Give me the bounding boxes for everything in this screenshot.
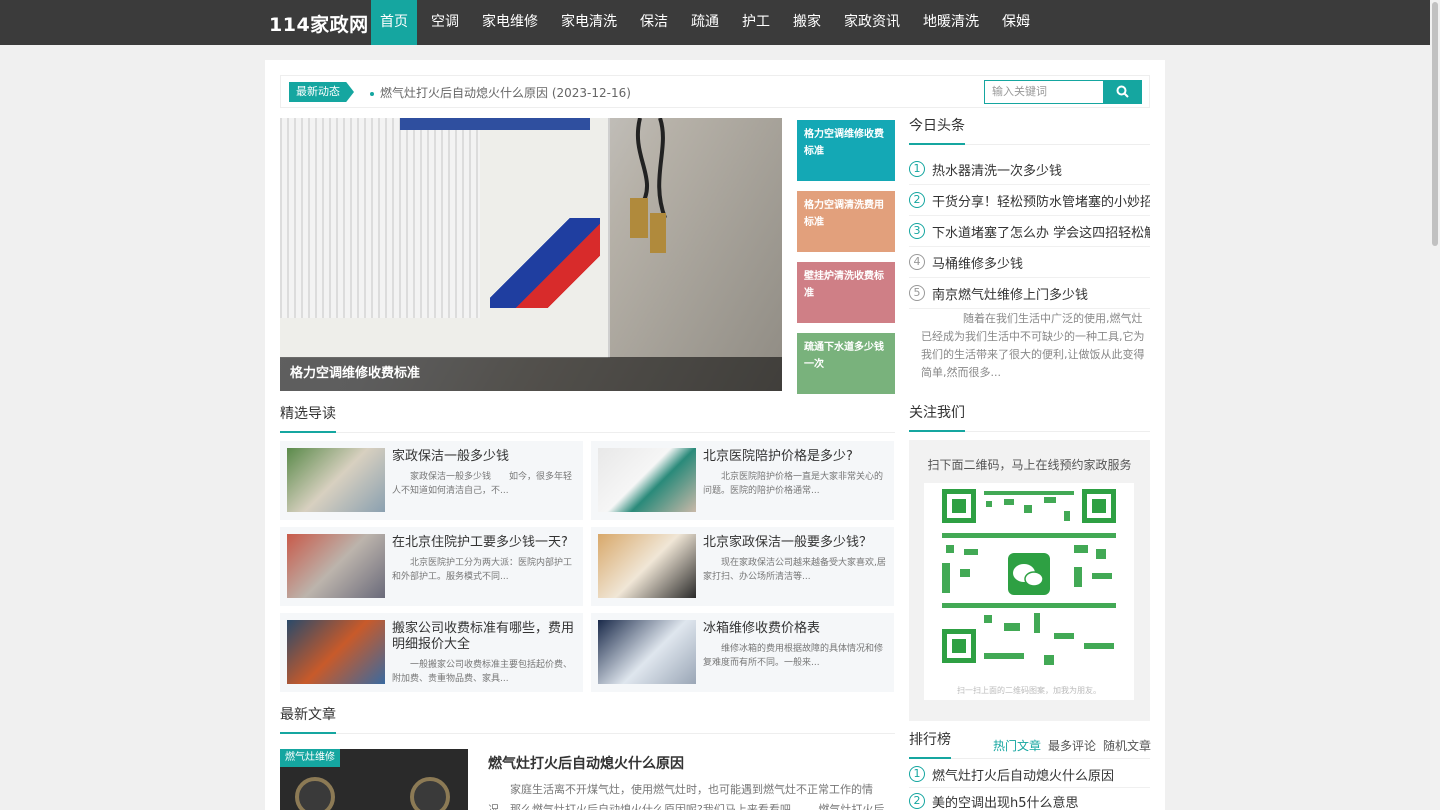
article-desc: 北京医院陪护价格一直是大家非常关心的问题。医院的陪护价格通常...: [703, 472, 884, 496]
rank-tabs: 热门文章 最多评论 随机文章: [993, 737, 1151, 754]
tab-most-comments[interactable]: 最多评论: [1048, 737, 1096, 754]
qr-panel: 扫下面二维码，马上在线预约家政服务 扫一扫上面的二维码图案，加我为朋友。: [909, 440, 1150, 721]
scrollbar-thumb[interactable]: [1432, 2, 1438, 246]
qr-text: 扫下面二维码，马上在线预约家政服务: [927, 458, 1132, 472]
top-navbar: 114家政网 首页 空调 家电维修 家电清洗 保洁 疏通 护工 搬家 家政资讯 …: [0, 0, 1430, 45]
nav-item-nanny[interactable]: 保姆: [993, 0, 1039, 45]
article-title: 搬家公司收费标准有哪些，费用明细报价大全: [392, 621, 575, 652]
qr-code: 扫一扫上面的二维码图案，加我为朋友。: [924, 483, 1134, 700]
burner-graphic: [410, 777, 450, 810]
article-card[interactable]: 在北京住院护工要多少钱一天? 北京医院护工分为两大派：医院内部护工和外部护工。服…: [280, 527, 583, 606]
latest-article-desc: 家庭生活离不开煤气灶，使用燃气灶时，也可能遇到燃气灶不正常工作的情况。那么燃气灶…: [488, 783, 885, 810]
article-desc: 北京医院护工分为两大派：医院内部护工和外部护工。服务模式不同...: [392, 558, 573, 582]
list-item[interactable]: 3 下水道堵塞了怎么办 学会这四招轻松解: [909, 216, 1150, 247]
nav-item-drain[interactable]: 疏通: [682, 0, 728, 45]
category-tag[interactable]: 燃气灶维修: [280, 749, 340, 767]
qr-caption: 扫一扫上面的二维码图案，加我为朋友。: [957, 686, 1101, 695]
nav-item-appliance-repair[interactable]: 家电维修: [473, 0, 547, 45]
article-thumbnail: [598, 620, 696, 684]
list-item[interactable]: 2 美的空调出现h5什么意思: [909, 788, 1150, 810]
nav-item-news[interactable]: 家政资讯: [835, 0, 909, 45]
list-item[interactable]: 5 南京燃气灶维修上门多少钱: [909, 278, 1150, 309]
article-title: 北京医院陪护价格是多少?: [703, 449, 853, 464]
article-card[interactable]: 北京家政保洁一般要多少钱？ 现在家政保洁公司越来越备受大家喜欢,居家打扫、办公场…: [591, 527, 894, 606]
site-logo[interactable]: 114家政网: [269, 10, 369, 37]
burner-graphic: [295, 777, 335, 810]
article-desc: 维修冰箱的费用根据故障的具体情况和修复难度而有所不同。一般来...: [703, 644, 884, 668]
latest-tag: 最新动态: [289, 82, 354, 102]
latest-title: 最新文章: [280, 704, 895, 734]
tab-random-articles[interactable]: 随机文章: [1103, 737, 1151, 754]
list-item[interactable]: 4 马桶维修多少钱: [909, 247, 1150, 278]
latest-article-title[interactable]: 燃气灶打火后自动熄火什么原因: [488, 753, 684, 773]
article-thumbnail: [598, 534, 696, 598]
tab-hot-articles[interactable]: 热门文章: [993, 737, 1041, 754]
article-card[interactable]: 北京医院陪护价格是多少? 北京医院陪护价格一直是大家非常关心的问题。医院的陪护价…: [591, 441, 894, 520]
search-icon: [1116, 85, 1129, 98]
rank-list: 1 燃气灶打火后自动熄火什么原因 2 美的空调出现h5什么意思: [909, 761, 1150, 810]
latest-article-image[interactable]: 燃气灶维修: [280, 749, 468, 810]
nav-item-floor-heating[interactable]: 地暖清洗: [914, 0, 988, 45]
article-title: 在北京住院护工要多少钱一天?: [392, 535, 568, 550]
news-ticker-item[interactable]: 燃气灶打火后自动熄火什么原因 (2023-12-16): [370, 84, 631, 101]
article-card[interactable]: 家政保洁一般多少钱 家政保洁一般多少钱 如今，很多年轻人不知道如何清洁自己，不.…: [280, 441, 583, 520]
article-title: 冰箱维修收费价格表: [703, 621, 821, 636]
headline-intro: 随着在我们生活中广泛的使用,燃气灶已经成为我们生活中不可缺少的一种工具,它为我们…: [921, 312, 1145, 379]
nav-item-aircon[interactable]: 空调: [422, 0, 468, 45]
follow-title: 关注我们: [909, 402, 1150, 432]
featured-slider[interactable]: 格力空调维修收费标准: [280, 118, 782, 391]
featured-title: 精选导读: [280, 403, 895, 433]
headlines-title: 今日头条: [909, 115, 1150, 145]
nav-item-cleaning[interactable]: 保洁: [631, 0, 677, 45]
main-nav: 首页 空调 家电维修 家电清洗 保洁 疏通 护工 搬家 家政资讯 地暖清洗 保姆: [371, 0, 1044, 45]
slider-image: [280, 118, 610, 358]
list-item[interactable]: 1 热水器清洗一次多少钱: [909, 154, 1150, 185]
promo-tile[interactable]: 格力空调清洗费用标准: [797, 191, 895, 252]
article-thumbnail: [287, 534, 385, 598]
article-thumbnail: [287, 620, 385, 684]
nav-item-caregiver[interactable]: 护工: [733, 0, 779, 45]
promo-tile[interactable]: 疏通下水道多少钱一次: [797, 333, 895, 394]
nav-item-moving[interactable]: 搬家: [784, 0, 830, 45]
main-container: 最新动态 燃气灶打火后自动熄火什么原因 (2023-12-16) 输入关键词 格…: [265, 60, 1165, 810]
search-input[interactable]: 输入关键词: [984, 80, 1104, 104]
article-card[interactable]: 搬家公司收费标准有哪些，费用明细报价大全 一般搬家公司收费标准主要包括起价费、附…: [280, 613, 583, 692]
article-title: 家政保洁一般多少钱: [392, 449, 510, 464]
article-title: 北京家政保洁一般要多少钱？: [703, 535, 873, 550]
article-desc: 现在家政保洁公司越来越备受大家喜欢,居家打扫、办公场所清洁等...: [703, 558, 886, 582]
nav-item-appliance-cleaning[interactable]: 家电清洗: [552, 0, 626, 45]
promo-tile[interactable]: 格力空调维修收费标准: [797, 120, 895, 181]
headlines-list: 1 热水器清洗一次多少钱 2 干货分享！轻松预防水管堵塞的小妙招 3 下水道堵塞了怎么…: [909, 154, 1150, 309]
qr-code-graphic: [942, 489, 1116, 665]
latest-news-bar: 最新动态 燃气灶打火后自动熄火什么原因 (2023-12-16) 输入关键词: [280, 75, 1150, 108]
promo-tile[interactable]: 壁挂炉清洗收费标准: [797, 262, 895, 323]
article-desc: 一般搬家公司收费标准主要包括起价费、附加费、贵重物品费、家具...: [392, 660, 573, 684]
slider-caption[interactable]: 格力空调维修收费标准: [280, 357, 782, 391]
article-thumbnail: [598, 448, 696, 512]
promo-tiles: 格力空调维修收费标准 格力空调清洗费用标准 壁挂炉清洗收费标准 疏通下水道多少钱…: [797, 120, 895, 404]
list-item[interactable]: 2 干货分享！轻松预防水管堵塞的小妙招: [909, 185, 1150, 216]
article-thumbnail: [287, 448, 385, 512]
list-item[interactable]: 1 燃气灶打火后自动熄火什么原因: [909, 761, 1150, 788]
article-card[interactable]: 冰箱维修收费价格表 维修冰箱的费用根据故障的具体情况和修复难度而有所不同。一般来…: [591, 613, 894, 692]
page-scrollbar[interactable]: [1430, 0, 1440, 810]
nav-item-home[interactable]: 首页: [371, 0, 417, 45]
search-button[interactable]: [1103, 80, 1142, 104]
pipes-graphic: [630, 118, 667, 253]
article-desc: 家政保洁一般多少钱 如今，很多年轻人不知道如何清洁自己，不...: [392, 472, 573, 496]
